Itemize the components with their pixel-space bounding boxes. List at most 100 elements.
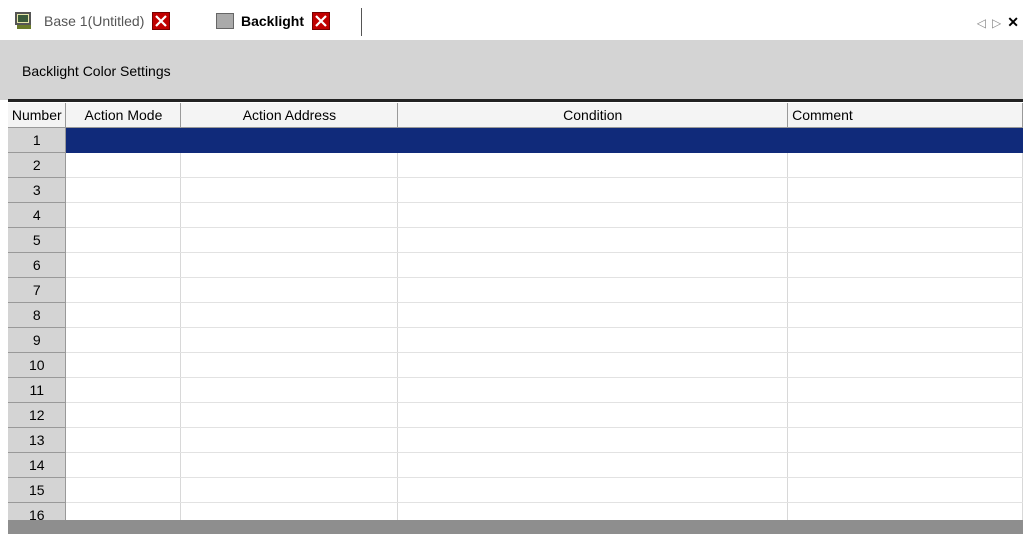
action-address-cell[interactable]	[180, 302, 399, 328]
action-address-cell[interactable]	[180, 177, 399, 203]
action-mode-cell[interactable]	[65, 477, 182, 503]
comment-cell[interactable]	[787, 377, 1023, 403]
table-row[interactable]: 4	[8, 202, 1023, 228]
row-number[interactable]: 10	[8, 352, 67, 378]
row-number[interactable]: 13	[8, 427, 67, 453]
action-mode-cell[interactable]	[65, 277, 182, 303]
comment-cell[interactable]	[787, 202, 1023, 228]
scroll-left-icon[interactable]: ◁	[977, 16, 986, 30]
tab-base-1[interactable]: Base 1(Untitled)	[14, 8, 171, 34]
action-mode-cell[interactable]	[65, 402, 182, 428]
table-row[interactable]: 6	[8, 252, 1023, 278]
comment-cell[interactable]	[787, 277, 1023, 303]
table-row[interactable]: 8	[8, 302, 1023, 328]
comment-cell[interactable]	[787, 127, 1023, 153]
close-tab-button[interactable]	[152, 12, 171, 30]
comment-cell[interactable]	[787, 302, 1023, 328]
comment-cell[interactable]	[787, 452, 1023, 478]
action-mode-cell[interactable]	[65, 352, 182, 378]
action-mode-cell[interactable]	[65, 252, 182, 278]
row-number[interactable]: 11	[8, 377, 67, 403]
comment-cell[interactable]	[787, 477, 1023, 503]
comment-cell[interactable]	[787, 352, 1023, 378]
column-header-comment[interactable]: Comment	[787, 103, 1023, 128]
condition-cell[interactable]	[397, 327, 789, 353]
row-number[interactable]: 5	[8, 227, 67, 253]
condition-cell[interactable]	[397, 127, 789, 153]
comment-cell[interactable]	[787, 177, 1023, 203]
condition-cell[interactable]	[397, 352, 789, 378]
close-tab-button[interactable]	[312, 12, 331, 30]
row-number[interactable]: 12	[8, 402, 67, 428]
action-mode-cell[interactable]	[65, 427, 182, 453]
row-number[interactable]: 1	[8, 127, 67, 153]
close-window-icon[interactable]: ✕	[1007, 14, 1019, 31]
table-row[interactable]: 2	[8, 152, 1023, 178]
action-mode-cell[interactable]	[65, 302, 182, 328]
comment-cell[interactable]	[787, 327, 1023, 353]
action-mode-cell[interactable]	[65, 127, 182, 153]
condition-cell[interactable]	[397, 202, 789, 228]
action-address-cell[interactable]	[180, 402, 399, 428]
table-row[interactable]: 12	[8, 402, 1023, 428]
table-row[interactable]: 7	[8, 277, 1023, 303]
action-mode-cell[interactable]	[65, 227, 182, 253]
row-number[interactable]: 8	[8, 302, 67, 328]
comment-cell[interactable]	[787, 227, 1023, 253]
action-address-cell[interactable]	[180, 477, 399, 503]
table-row[interactable]: 9	[8, 327, 1023, 353]
table-row[interactable]: 11	[8, 377, 1023, 403]
table-row[interactable]: 10	[8, 352, 1023, 378]
condition-cell[interactable]	[397, 277, 789, 303]
condition-cell[interactable]	[397, 452, 789, 478]
action-mode-cell[interactable]	[65, 177, 182, 203]
column-header-number[interactable]: Number	[8, 103, 67, 128]
action-address-cell[interactable]	[180, 202, 399, 228]
action-address-cell[interactable]	[180, 277, 399, 303]
tab-backlight[interactable]: Backlight	[216, 8, 331, 34]
action-mode-cell[interactable]	[65, 327, 182, 353]
action-address-cell[interactable]	[180, 127, 399, 153]
column-header-condition[interactable]: Condition	[397, 103, 789, 128]
row-number[interactable]: 14	[8, 452, 67, 478]
action-address-cell[interactable]	[180, 352, 399, 378]
condition-cell[interactable]	[397, 427, 789, 453]
action-mode-cell[interactable]	[65, 377, 182, 403]
condition-cell[interactable]	[397, 152, 789, 178]
comment-cell[interactable]	[787, 252, 1023, 278]
action-address-cell[interactable]	[180, 152, 399, 178]
action-address-cell[interactable]	[180, 252, 399, 278]
table-row[interactable]: 3	[8, 177, 1023, 203]
condition-cell[interactable]	[397, 252, 789, 278]
table-row[interactable]: 5	[8, 227, 1023, 253]
action-address-cell[interactable]	[180, 377, 399, 403]
column-header-action-mode[interactable]: Action Mode	[65, 103, 182, 128]
comment-cell[interactable]	[787, 152, 1023, 178]
action-address-cell[interactable]	[180, 227, 399, 253]
comment-cell[interactable]	[787, 402, 1023, 428]
condition-cell[interactable]	[397, 477, 789, 503]
row-number[interactable]: 3	[8, 177, 67, 203]
condition-cell[interactable]	[397, 227, 789, 253]
table-row[interactable]: 1	[8, 127, 1023, 153]
row-number[interactable]: 15	[8, 477, 67, 503]
table-row[interactable]: 14	[8, 452, 1023, 478]
action-address-cell[interactable]	[180, 327, 399, 353]
action-address-cell[interactable]	[180, 427, 399, 453]
action-address-cell[interactable]	[180, 452, 399, 478]
row-number[interactable]: 7	[8, 277, 67, 303]
condition-cell[interactable]	[397, 402, 789, 428]
row-number[interactable]: 9	[8, 327, 67, 353]
table-row[interactable]: 13	[8, 427, 1023, 453]
condition-cell[interactable]	[397, 377, 789, 403]
comment-cell[interactable]	[787, 427, 1023, 453]
action-mode-cell[interactable]	[65, 452, 182, 478]
column-header-action-address[interactable]: Action Address	[180, 103, 399, 128]
condition-cell[interactable]	[397, 177, 789, 203]
row-number[interactable]: 6	[8, 252, 67, 278]
table-row[interactable]: 15	[8, 477, 1023, 503]
action-mode-cell[interactable]	[65, 202, 182, 228]
action-mode-cell[interactable]	[65, 152, 182, 178]
condition-cell[interactable]	[397, 302, 789, 328]
scroll-right-icon[interactable]: ▷	[992, 16, 1001, 30]
